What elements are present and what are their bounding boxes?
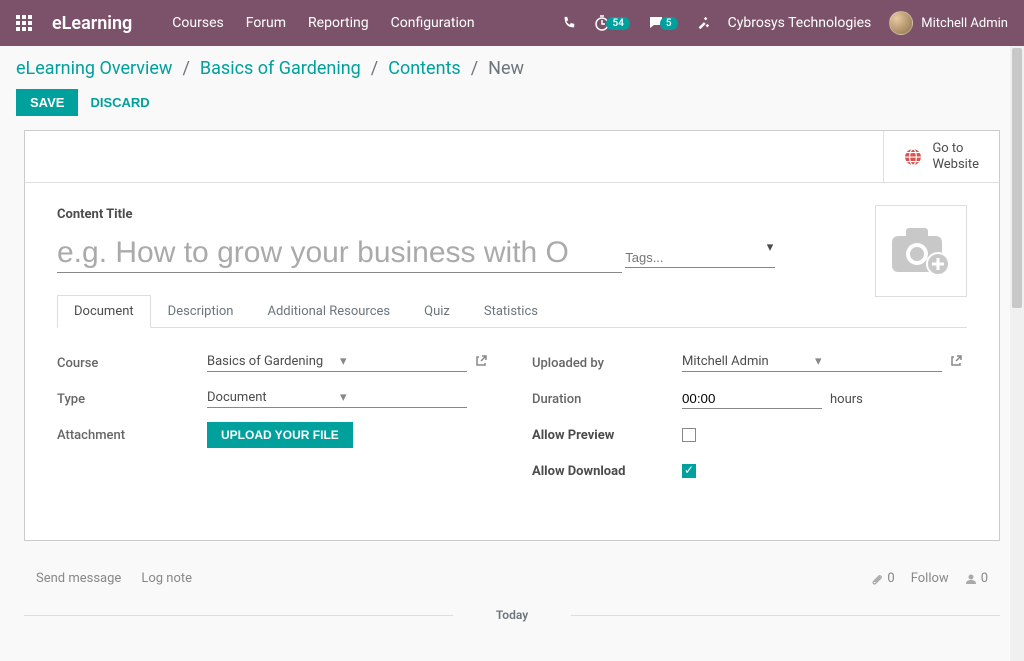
type-field[interactable]: Document ▾ [207, 390, 467, 408]
duration-input[interactable] [682, 389, 822, 409]
send-message[interactable]: Send message [36, 571, 121, 586]
nav-reporting[interactable]: Reporting [308, 15, 369, 31]
label-course: Course [57, 356, 207, 371]
attachments[interactable]: 0 [871, 571, 894, 586]
uploadedby-field[interactable]: Mitchell Admin ▾ [682, 354, 942, 372]
timer-badge: 54 [606, 17, 629, 30]
label-download: Allow Download [532, 464, 682, 479]
nav-courses[interactable]: Courses [172, 15, 223, 31]
camera-plus-icon [890, 226, 952, 276]
log-note[interactable]: Log note [141, 571, 192, 586]
tab-resources[interactable]: Additional Resources [250, 295, 407, 327]
breadcrumb: eLearning Overview / Basics of Gardening… [16, 58, 1008, 79]
external-link-icon[interactable] [950, 355, 962, 371]
followers[interactable]: 0 [965, 571, 988, 586]
duration-unit: hours [830, 392, 863, 407]
chat-badge: 5 [660, 17, 678, 30]
title-input[interactable] [57, 234, 622, 273]
chevron-down-icon[interactable]: ▾ [815, 354, 942, 369]
crumb-overview[interactable]: eLearning Overview [16, 58, 172, 79]
course-field[interactable]: Basics of Gardening ▾ [207, 354, 467, 372]
today-separator: Today [24, 608, 1000, 622]
brand[interactable]: eLearning [52, 13, 132, 34]
scrollbar[interactable] [1010, 46, 1024, 661]
user-menu[interactable]: Mitchell Admin [889, 11, 1008, 35]
image-upload[interactable] [875, 205, 967, 297]
save-button[interactable]: SAVE [16, 89, 78, 116]
user-icon [965, 573, 977, 585]
apps-icon[interactable] [16, 15, 32, 31]
paperclip-icon [871, 573, 883, 585]
tab-quiz[interactable]: Quiz [407, 295, 467, 327]
title-label: Content Title [57, 207, 967, 222]
crumb-contents[interactable]: Contents [388, 58, 460, 79]
avatar [889, 11, 913, 35]
tools-icon[interactable] [696, 16, 710, 30]
nav-forum[interactable]: Forum [246, 15, 286, 31]
scrollbar-thumb[interactable] [1012, 48, 1022, 308]
tags-input[interactable] [625, 248, 775, 268]
upload-button[interactable]: UPLOAD YOUR FILE [207, 422, 353, 448]
label-attachment: Attachment [57, 428, 207, 443]
chevron-down-icon[interactable]: ▾ [340, 390, 467, 405]
company-name[interactable]: Cybrosys Technologies [728, 15, 872, 31]
label-preview: Allow Preview [532, 428, 682, 443]
allow-download-checkbox[interactable] [682, 464, 696, 478]
discard-button[interactable]: DISCARD [90, 89, 149, 116]
follow-button[interactable]: Follow [911, 571, 949, 586]
external-link-icon[interactable] [475, 355, 487, 371]
label-uploadedby: Uploaded by [532, 356, 682, 371]
chevron-down-icon[interactable]: ▾ [340, 354, 467, 369]
tab-statistics[interactable]: Statistics [467, 295, 555, 327]
tab-document[interactable]: Document [57, 295, 151, 328]
label-type: Type [57, 392, 207, 407]
goto-website-button[interactable]: Go to Website [883, 131, 999, 182]
allow-preview-checkbox[interactable] [682, 428, 696, 442]
crumb-current: New [488, 58, 524, 79]
globe-icon [904, 148, 922, 166]
chat-icon[interactable]: 5 [648, 15, 678, 31]
label-duration: Duration [532, 392, 682, 407]
crumb-course[interactable]: Basics of Gardening [200, 58, 361, 79]
nav-configuration[interactable]: Configuration [391, 15, 475, 31]
phone-icon[interactable] [562, 16, 576, 30]
user-name: Mitchell Admin [921, 16, 1008, 31]
timer-icon[interactable]: 54 [594, 15, 629, 31]
tab-description[interactable]: Description [151, 295, 251, 327]
